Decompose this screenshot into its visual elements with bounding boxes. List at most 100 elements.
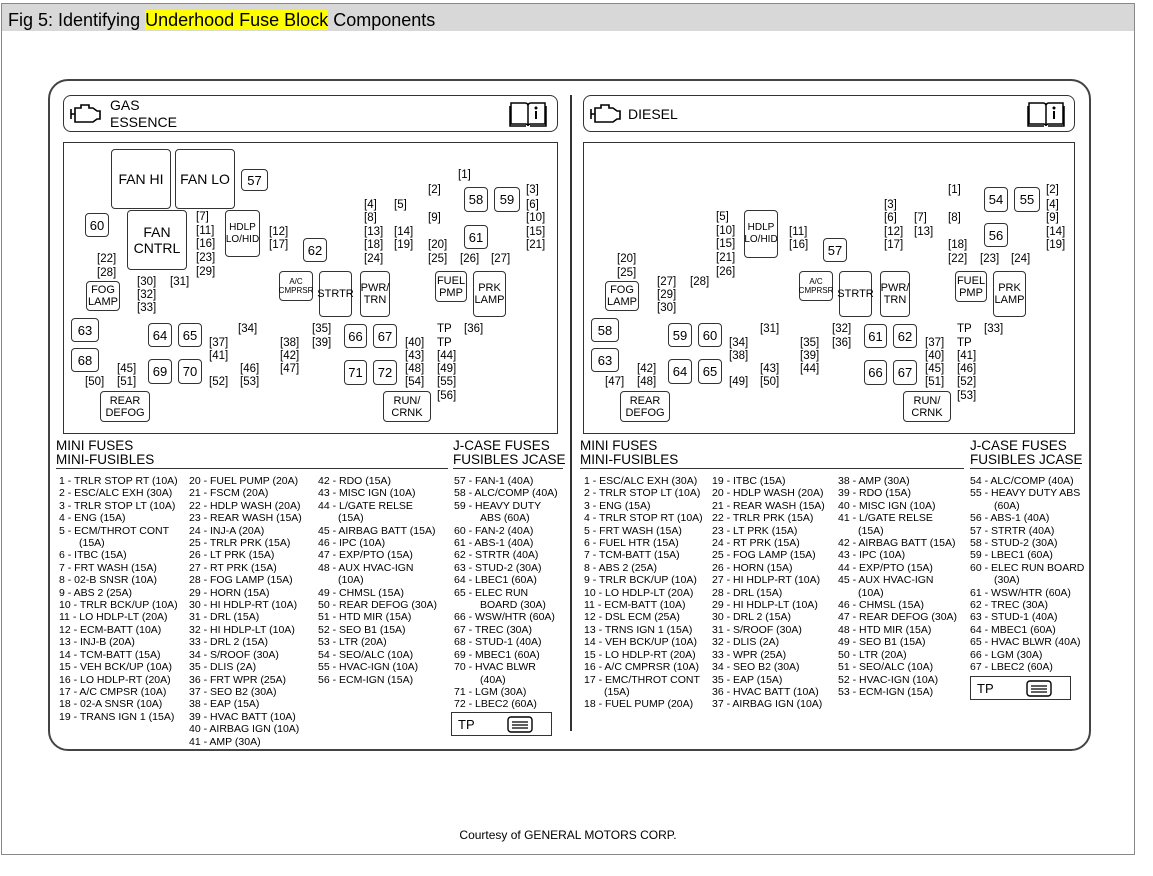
- gas-label-12: [12]: [269, 226, 289, 238]
- diesel-label-7: [7]: [914, 212, 927, 224]
- engine-icon: [590, 104, 621, 123]
- gas-mini-underline: [56, 468, 448, 469]
- diesel-label: DIESEL: [628, 106, 678, 122]
- list-item: 45 - AIRBAG BATT (15A): [318, 524, 436, 537]
- list-item: 7 - FRT WASH (15A): [59, 561, 157, 574]
- list-item: 54 - SEO/ALC (10A): [318, 648, 414, 661]
- list-item: 60 - FAN-2 (40A): [454, 524, 534, 537]
- diesel-label-20: [20]: [617, 253, 637, 265]
- fuse-59: 59: [494, 187, 520, 212]
- fuse-59: 59: [668, 323, 692, 347]
- diesel-label-30: [30]: [657, 302, 677, 314]
- list-item: 63 - STUD-2 (30A): [454, 561, 542, 574]
- gas-label-55: [55]: [437, 376, 457, 388]
- diesel-label-10: [10]: [716, 225, 736, 237]
- list-item: 53 - ECM-IGN (15A): [838, 685, 934, 698]
- gas-label-25: [25]: [428, 253, 448, 265]
- figure-title: Fig 5: Identifying Underhood Fuse Block …: [8, 9, 435, 31]
- diesel-label-17: [17]: [884, 239, 904, 251]
- diesel-label-6: [6]: [884, 212, 897, 224]
- list-item: 42 - RDO (15A): [318, 475, 391, 487]
- gas-label-51: [51]: [117, 376, 137, 388]
- list-item: 67 - TREC (30A): [454, 623, 532, 636]
- diesel-label-34: [34]: [729, 337, 749, 349]
- diesel-label-50: [50]: [760, 376, 780, 388]
- list-item: 55 - HVAC-IGN (10A): [318, 661, 419, 674]
- list-item: 72 - LBEC2 (60A): [454, 698, 537, 711]
- diesel-jcase-underline: [970, 468, 1080, 469]
- diesel-label-16: [16]: [789, 239, 809, 251]
- relay-prk-lamp: PRK LAMP: [993, 271, 1026, 317]
- diesel-label-44: [44]: [800, 363, 820, 375]
- diesel-mini-list-2: 19 - ITBC (15A) 20 - HDLP WASH (20A) 21 …: [712, 475, 825, 711]
- diesel-label-4: [4]: [1046, 199, 1059, 211]
- gas-label-34: [34]: [238, 323, 258, 335]
- gas-label-tp-2: TP: [437, 337, 452, 349]
- engine-icon: [70, 104, 101, 123]
- list-item: 46 - CHMSL (15A): [838, 599, 924, 612]
- fuse-55: 55: [1014, 187, 1040, 212]
- list-item: 43 - MISC IGN (10A): [318, 487, 416, 500]
- list-item: 31 - S/ROOF (30A): [712, 623, 802, 636]
- list-item: 48 - AUX HVAC-IGN: [318, 561, 414, 574]
- gas-diesel-divider: [570, 95, 572, 731]
- gas-label-1: [1]: [458, 169, 471, 181]
- title-highlight: Underhood Fuse Block: [145, 10, 329, 30]
- list-item: 15 - LO HDLP-RT (20A): [584, 648, 696, 661]
- list-item: 51 - HTD MIR (15A): [318, 611, 412, 624]
- gas-tp-box: TP: [451, 712, 552, 736]
- title-suffix: Components: [333, 10, 436, 30]
- gas-label-14: [14]: [394, 226, 414, 238]
- diesel-label-39: [39]: [800, 350, 820, 362]
- list-item: 6 - FUEL HTR (15A): [584, 537, 679, 550]
- list-item: 20 - HDLP WASH (20A): [712, 487, 824, 500]
- list-item: 50 - REAR DEFOG (30A): [318, 599, 438, 612]
- gas-label-41: [41]: [209, 350, 229, 362]
- list-item: 25 - TRLR PRK (15A): [189, 537, 291, 550]
- list-item: 19 - TRANS IGN 1 (15A): [59, 710, 175, 723]
- list-item: 70 - HVAC BLWR: [454, 661, 536, 674]
- diesel-label-31: [31]: [760, 323, 780, 335]
- list-item: 61 - WSW/HTR (60A): [970, 586, 1071, 599]
- list-item: 62 - STRTR (40A): [454, 549, 539, 562]
- gas-mini-list-3: 42 - RDO (15A) 43 - MISC IGN (10A) 44 - …: [318, 475, 437, 686]
- fuse-57: 57: [823, 238, 847, 262]
- gas-label-10: [10]: [526, 212, 546, 224]
- list-item: 5 - FRT WASH (15A): [584, 524, 682, 537]
- list-item: 34 - SEO B2 (30A): [712, 661, 800, 674]
- diesel-label-33: [33]: [984, 323, 1004, 335]
- gas-label-22: [22]: [97, 253, 117, 265]
- fuse-70: 70: [178, 359, 202, 384]
- gas-jcase-heading-2: FUSIBLES JCASE: [453, 452, 566, 467]
- list-item: 61 - ABS-1 (40A): [454, 537, 534, 550]
- diesel-jcase-list: 54 - ALC/COMP (40A) 55 - HEAVY DUTY ABS …: [970, 475, 1084, 674]
- list-item: 3 - ENG (15A): [584, 499, 651, 512]
- list-item: 11 - LO HDLP-LT (20A): [59, 611, 168, 624]
- diesel-label-13: [13]: [914, 226, 934, 238]
- gas-label-49: [49]: [437, 363, 457, 375]
- diesel-mini-list-1: 1 - ESC/ALC EXH (30A) 2 - TRLR STOP LT (…: [584, 475, 703, 711]
- list-item: 29 - HORN (15A): [189, 586, 270, 599]
- fuse-65: 65: [698, 359, 722, 384]
- fuse-69: 69: [148, 359, 172, 384]
- diesel-tp-box: TP: [970, 676, 1071, 700]
- fuse-54: 54: [984, 187, 1008, 212]
- list-item: 49 - SEO B1 (15A): [838, 636, 926, 649]
- diesel-label-48: [48]: [637, 376, 657, 388]
- relay-fuel-pmp: FUEL PMP: [955, 271, 987, 302]
- list-item: ABS (60A): [480, 512, 530, 525]
- list-item: 66 - WSW/HTR (60A): [454, 611, 555, 624]
- list-item: 2 - ESC/ALC EXH (30A): [59, 487, 173, 500]
- list-item: 9 - ABS 2 (25A): [59, 586, 132, 599]
- fuse-71: 71: [344, 360, 367, 385]
- list-item: 22 - HDLP WASH (20A): [189, 499, 301, 512]
- fuse-64: 64: [148, 323, 172, 347]
- list-item: 27 - HI HDLP-RT (10A): [712, 574, 821, 587]
- list-item: 57 - FAN-1 (40A): [454, 475, 534, 487]
- gas-label-21: [21]: [526, 239, 546, 251]
- list-item: 1 - TRLR STOP RT (10A): [59, 475, 178, 487]
- diesel-label-27: [27]: [657, 276, 677, 288]
- list-item: 52 - HVAC-IGN (10A): [838, 673, 939, 686]
- gas-jcase-heading-1: J-CASE FUSES: [453, 438, 550, 453]
- gas-label-48: [48]: [405, 363, 425, 375]
